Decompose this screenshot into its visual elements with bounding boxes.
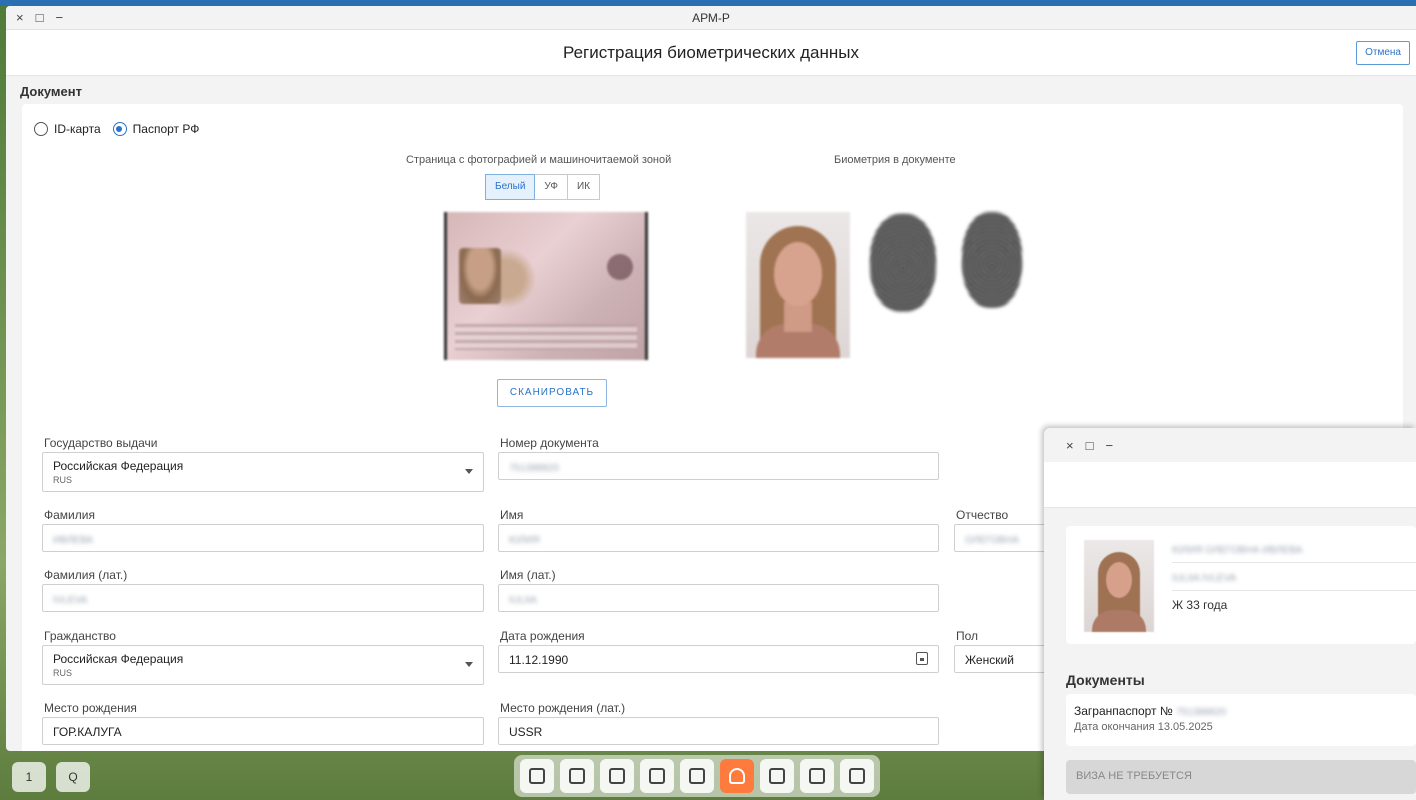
person-latin-name: IULIIA IVLEVA xyxy=(1172,573,1237,584)
document-title: Загранпаспорт № 751388820 xyxy=(1074,704,1227,718)
radio-label: ID-карта xyxy=(54,122,101,136)
app-database-icon[interactable] xyxy=(600,759,634,793)
taskbar-left: 1 Q xyxy=(12,762,90,792)
citizenship-value: Российская Федерация xyxy=(53,652,184,666)
machine-readable-zone xyxy=(455,324,637,350)
app-grid-icon[interactable] xyxy=(640,759,674,793)
divider xyxy=(1172,590,1416,591)
birth-date-label: Дата рождения xyxy=(500,629,585,643)
light-ir-button[interactable]: ИК xyxy=(567,174,601,200)
app-scan-icon[interactable] xyxy=(800,759,834,793)
birth-date-field[interactable]: 11.12.1990 xyxy=(498,645,939,673)
person-summary: Ж 33 года xyxy=(1172,598,1228,612)
window-controls: × □ − xyxy=(1066,438,1113,453)
issuing-state-select[interactable]: Российская Федерация RUS xyxy=(42,452,484,492)
sex-value: Женский xyxy=(965,653,1014,667)
birth-place-value: ГОР.КАЛУГА xyxy=(53,725,122,739)
calendar-icon[interactable] xyxy=(916,652,928,665)
maximize-icon[interactable]: □ xyxy=(1086,438,1094,453)
citizenship-label: Гражданство xyxy=(44,629,116,643)
photo-page-caption: Страница с фотографией и машиночитаемой … xyxy=(406,154,672,166)
visa-status-button[interactable]: ВИЗА НЕ ТРЕБУЕТСЯ xyxy=(1066,760,1416,794)
biometric-face-photo xyxy=(746,212,850,358)
birth-place-label: Место рождения xyxy=(44,701,137,715)
section-label: Документ xyxy=(20,84,82,99)
name-lat-field[interactable]: IULIIA xyxy=(498,584,939,612)
fingerprint-icon xyxy=(870,214,936,312)
app-document-warning-icon[interactable] xyxy=(760,759,794,793)
radio-unchecked-icon xyxy=(34,122,48,136)
patronymic-value: ОЛЕГОВНА xyxy=(965,535,1020,546)
name-value: ЮЛИЯ xyxy=(509,535,540,546)
radio-id-card[interactable]: ID-карта xyxy=(34,122,101,136)
radio-label: Паспорт РФ xyxy=(132,122,200,136)
app-window-icon[interactable] xyxy=(560,759,594,793)
name-lat-label: Имя (лат.) xyxy=(500,568,556,582)
sex-label: Пол xyxy=(956,629,979,643)
chevron-down-icon xyxy=(465,662,473,667)
doc-number-label: Номер документа xyxy=(500,436,599,450)
doc-type-radio-group: ID-карта Паспорт РФ xyxy=(34,122,199,136)
radio-passport[interactable]: Паспорт РФ xyxy=(112,122,200,136)
citizenship-select[interactable]: Российская Федерация RUS xyxy=(42,645,484,685)
person-window: × □ − ЮЛИЯ ОЛЕГОВНА ИВЛЕВА IULIIA IVLEVA… xyxy=(1044,428,1416,800)
document-photo xyxy=(459,248,501,304)
surname-lat-value: IVLEVA xyxy=(53,595,88,606)
cancel-button[interactable]: Отмена xyxy=(1356,41,1410,65)
workspace-button[interactable]: 1 xyxy=(12,762,46,792)
page-title: Регистрация биометрических данных xyxy=(563,43,859,62)
patronymic-label: Отчество xyxy=(956,508,1009,522)
page-header: Регистрация биометрических данных Отмена xyxy=(6,30,1416,76)
birth-place-lat-field[interactable]: USSR xyxy=(498,717,939,745)
title-bar: × □ − АРМ-Р xyxy=(6,6,1416,30)
chevron-down-icon xyxy=(465,469,473,474)
citizenship-code: RUS xyxy=(53,668,73,678)
name-label: Имя xyxy=(500,508,524,522)
document-stamp xyxy=(607,254,633,280)
birth-date-value: 11.12.1990 xyxy=(509,653,569,667)
app-tiles-icon[interactable] xyxy=(680,759,714,793)
person-photo xyxy=(1084,540,1154,632)
issuing-state-value: Российская Федерация xyxy=(53,459,184,473)
issuing-state-code: RUS xyxy=(53,475,73,485)
radio-checked-icon xyxy=(112,122,127,136)
document-scan-image xyxy=(444,212,648,360)
surname-lat-label: Фамилия (лат.) xyxy=(44,568,128,582)
scan-button[interactable]: СКАНИРОВАТЬ xyxy=(497,379,607,407)
doc-number-value: 751388820 xyxy=(509,463,560,474)
minimize-icon[interactable]: − xyxy=(1105,438,1113,453)
app-user-icon[interactable] xyxy=(720,759,754,793)
app-shop-icon[interactable] xyxy=(520,759,554,793)
search-icon[interactable]: Q xyxy=(56,762,90,792)
fingerprint-icon xyxy=(962,212,1022,308)
close-icon[interactable]: × xyxy=(1066,438,1074,453)
documents-title: Документы xyxy=(1066,672,1145,688)
divider xyxy=(1172,562,1416,563)
surname-field[interactable]: ИВЛЕВА xyxy=(42,524,484,552)
light-mode-toggle: Белый УФ ИК xyxy=(485,174,601,200)
app-window-alt-icon[interactable] xyxy=(840,759,874,793)
issuing-state-label: Государство выдачи xyxy=(44,436,158,450)
birth-place-field[interactable]: ГОР.КАЛУГА xyxy=(42,717,484,745)
light-uv-button[interactable]: УФ xyxy=(534,174,569,200)
document-list-item[interactable]: Загранпаспорт № 751388820 Дата окончания… xyxy=(1066,694,1416,746)
document-expiry: Дата окончания 13.05.2025 xyxy=(1074,721,1213,733)
name-lat-value: IULIIA xyxy=(509,595,537,606)
window-title: АРМ-Р xyxy=(692,11,730,25)
surname-label: Фамилия xyxy=(44,508,95,522)
biometry-caption: Биометрия в документе xyxy=(834,154,956,166)
birth-place-lat-value: USSR xyxy=(509,725,543,739)
light-white-button[interactable]: Белый xyxy=(485,174,536,200)
person-card: ЮЛИЯ ОЛЕГОВНА ИВЛЕВА IULIIA IVLEVA Ж 33 … xyxy=(1066,526,1416,644)
name-field[interactable]: ЮЛИЯ xyxy=(498,524,939,552)
person-full-name: ЮЛИЯ ОЛЕГОВНА ИВЛЕВА xyxy=(1172,545,1303,556)
surname-value: ИВЛЕВА xyxy=(53,535,93,546)
surname-lat-field[interactable]: IVLEVA xyxy=(42,584,484,612)
dock xyxy=(514,755,880,797)
side-header xyxy=(1044,462,1416,508)
birth-place-lat-label: Место рождения (лат.) xyxy=(500,701,626,715)
document-number: 751388820 xyxy=(1176,707,1227,718)
doc-number-field[interactable]: 751388820 xyxy=(498,452,939,480)
